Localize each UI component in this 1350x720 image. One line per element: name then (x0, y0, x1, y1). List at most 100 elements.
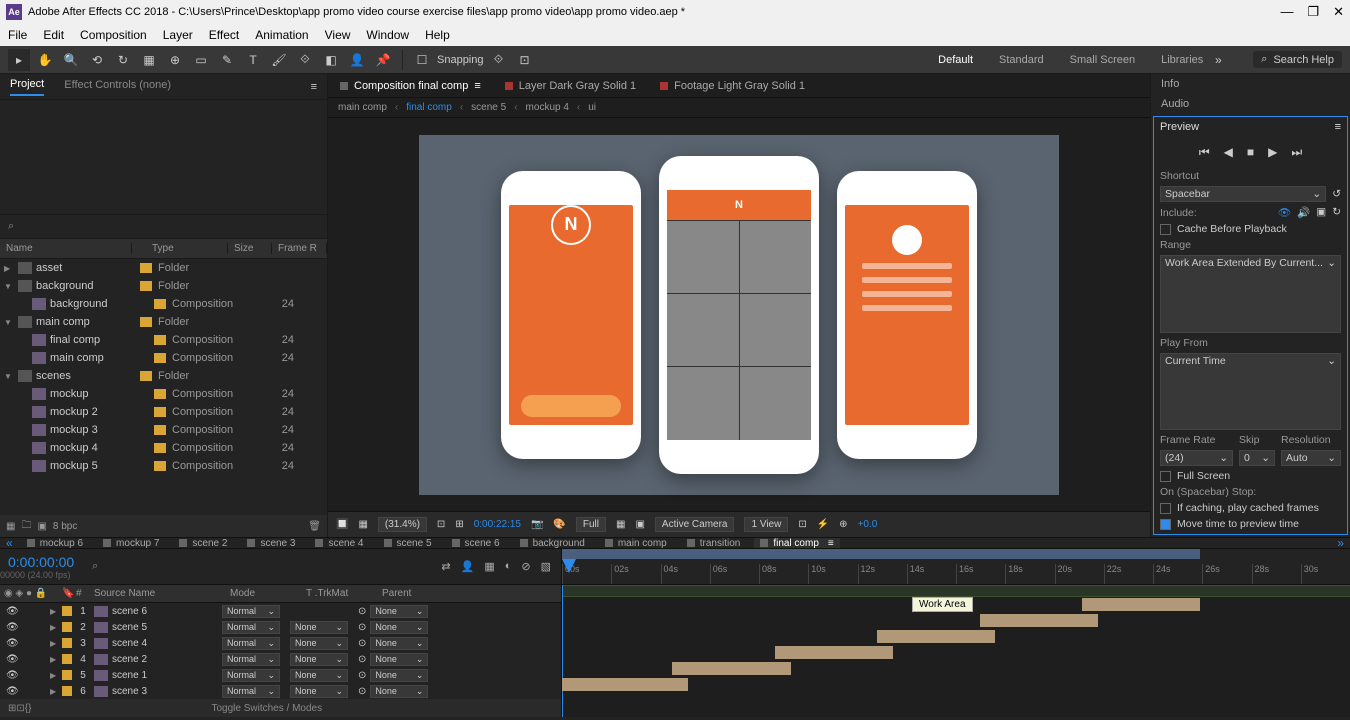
work-area-bar[interactable] (562, 549, 1200, 559)
flow-item[interactable]: main comp (338, 102, 387, 113)
snap-icon[interactable]: ⟐ (488, 49, 510, 71)
project-row[interactable]: backgroundComposition24 (0, 295, 327, 313)
menu-animation[interactable]: Animation (255, 28, 308, 42)
timeline-layer[interactable]: 👁▶6scene 3Normal⌄None⌄⊙None⌄ (0, 683, 561, 699)
tabs-scroll-left[interactable]: « (6, 538, 13, 549)
new-folder-icon[interactable]: 🗀 (21, 518, 31, 535)
clone-tool[interactable]: ⟐ (294, 49, 316, 71)
cache-checkbox[interactable] (1160, 224, 1171, 235)
timeline-search[interactable]: ⌕ (92, 560, 98, 573)
snapping-checkbox[interactable]: ☐ (411, 49, 433, 71)
range-select[interactable]: Work Area Extended By Current...⌄ (1160, 255, 1341, 333)
timeline-layer[interactable]: 👁▶3scene 4Normal⌄None⌄⊙None⌄ (0, 635, 561, 651)
minimize-button[interactable]: — (1280, 4, 1293, 20)
timeline-tab[interactable]: scene 4 (309, 538, 369, 549)
close-button[interactable]: ✕ (1333, 4, 1344, 20)
comp-tab[interactable]: Composition final comp≡ (334, 80, 487, 92)
workspace-chevron-icon[interactable]: » (1207, 49, 1229, 71)
snap-icon-2[interactable]: ⊡ (514, 49, 536, 71)
last-frame-button[interactable]: ⏭ (1291, 145, 1302, 160)
draft3d-icon[interactable]: ▦ (484, 560, 494, 573)
composition-viewport[interactable]: N N (328, 118, 1150, 511)
layer-bar[interactable] (1082, 598, 1200, 611)
flow-item[interactable]: ui (588, 102, 596, 113)
project-row[interactable]: ▶assetFolder (0, 259, 327, 277)
timeline-tab[interactable]: mockup 6 (21, 538, 89, 549)
first-frame-button[interactable]: ⏮ (1199, 145, 1210, 160)
panel-menu-icon[interactable]: ≡ (311, 81, 317, 93)
project-list[interactable]: ▶assetFolder▼backgroundFolderbackgroundC… (0, 259, 327, 515)
project-row[interactable]: ▼scenesFolder (0, 367, 327, 385)
project-row[interactable]: mockup 5Composition24 (0, 457, 327, 475)
project-row[interactable]: mockup 3Composition24 (0, 421, 327, 439)
views-select[interactable]: 1 View (744, 517, 788, 532)
draft-icon[interactable]: ⊡ (798, 519, 806, 530)
shortcut-select[interactable]: Spacebar⌄ (1160, 186, 1326, 202)
zoom-tool[interactable]: 🔍 (60, 49, 82, 71)
project-row[interactable]: mockupComposition24 (0, 385, 327, 403)
timeline-tab[interactable]: scene 5 (378, 538, 438, 549)
flow-item[interactable]: final comp (406, 102, 452, 113)
workspace-libraries[interactable]: Libraries (1161, 54, 1203, 66)
tabs-scroll-right[interactable]: » (1337, 538, 1344, 549)
interpret-icon[interactable]: ▦ (6, 521, 15, 532)
menu-composition[interactable]: Composition (80, 28, 147, 42)
exposure[interactable]: +0.0 (858, 519, 878, 530)
audio-icon[interactable]: 🔊 (1297, 206, 1310, 219)
timeline-tab[interactable]: background (514, 538, 591, 549)
adj-icon[interactable]: ⊕ (839, 519, 847, 530)
skip-select[interactable]: 0⌄ (1239, 450, 1275, 466)
video-icon[interactable]: 👁 (1278, 206, 1291, 219)
hand-tool[interactable]: ✋ (34, 49, 56, 71)
shy-icon[interactable]: 👤 (461, 560, 475, 573)
layer-bar[interactable] (980, 614, 1098, 627)
resolution-select[interactable]: Auto⌄ (1281, 450, 1341, 466)
project-row[interactable]: final compComposition24 (0, 331, 327, 349)
mag-icon[interactable]: 🔲 (336, 519, 348, 530)
grid-icon[interactable]: ▦ (358, 519, 367, 530)
timeline-tab[interactable]: final comp≡ (754, 538, 839, 549)
snapshot-icon[interactable]: 📷 (531, 519, 543, 530)
prev-frame-button[interactable]: ◀ (1224, 145, 1233, 160)
eraser-tool[interactable]: ◧ (320, 49, 342, 71)
roto-tool[interactable]: 👤 (346, 49, 368, 71)
project-row[interactable]: ▼main compFolder (0, 313, 327, 331)
timeline-tab[interactable]: main comp (599, 538, 673, 549)
col-size[interactable]: Size (228, 243, 272, 254)
project-row[interactable]: mockup 2Composition24 (0, 403, 327, 421)
timeline-tab[interactable]: transition (681, 538, 747, 549)
toggle-icon-1[interactable]: ⊞ (8, 703, 16, 714)
transparent-icon[interactable]: ▦ (616, 519, 625, 530)
type-tool[interactable]: T (242, 49, 264, 71)
timeline-ruler[interactable]: 00s02s04s06s08s10s12s14s16s18s20s22s24s2… (562, 549, 1350, 585)
fullscreen-checkbox[interactable] (1160, 471, 1171, 482)
reset-icon[interactable]: ↺ (1332, 188, 1341, 200)
overlay-icon[interactable]: ▣ (1316, 206, 1326, 219)
comp-tab[interactable]: Layer Dark Gray Solid 1 (499, 80, 642, 92)
region-icon[interactable]: ▣ (635, 519, 644, 530)
panel-menu-icon[interactable]: ≡ (1335, 121, 1341, 133)
motion-blur-icon[interactable]: ⊘ (521, 560, 530, 573)
rotate-tool[interactable]: ↻ (112, 49, 134, 71)
selection-tool[interactable]: ▸ (8, 49, 30, 71)
timeline-tab[interactable]: scene 3 (241, 538, 301, 549)
rect-tool[interactable]: ▭ (190, 49, 212, 71)
camera-tool[interactable]: ▦ (138, 49, 160, 71)
menu-help[interactable]: Help (425, 28, 450, 42)
col-trkmat[interactable]: T .TrkMat (302, 588, 378, 599)
graph-icon[interactable]: ▧ (541, 560, 551, 573)
project-row[interactable]: main compComposition24 (0, 349, 327, 367)
stop-button[interactable]: ■ (1247, 145, 1254, 160)
play-button[interactable]: ▶ (1268, 145, 1277, 160)
timeline-tab[interactable]: scene 6 (446, 538, 506, 549)
layer-bar[interactable] (877, 630, 995, 643)
current-time[interactable]: 0:00:00:00 (0, 554, 82, 570)
audio-panel-tab[interactable]: Audio (1151, 94, 1350, 114)
col-type[interactable]: Type (146, 243, 228, 254)
workspace-default[interactable]: Default (938, 54, 973, 66)
puppet-tool[interactable]: 📌 (372, 49, 394, 71)
camera-select[interactable]: Active Camera (655, 517, 735, 532)
layer-bar[interactable] (775, 646, 893, 659)
toggle-switches[interactable]: Toggle Switches / Modes (211, 703, 322, 714)
orbit-tool[interactable]: ⟲ (86, 49, 108, 71)
